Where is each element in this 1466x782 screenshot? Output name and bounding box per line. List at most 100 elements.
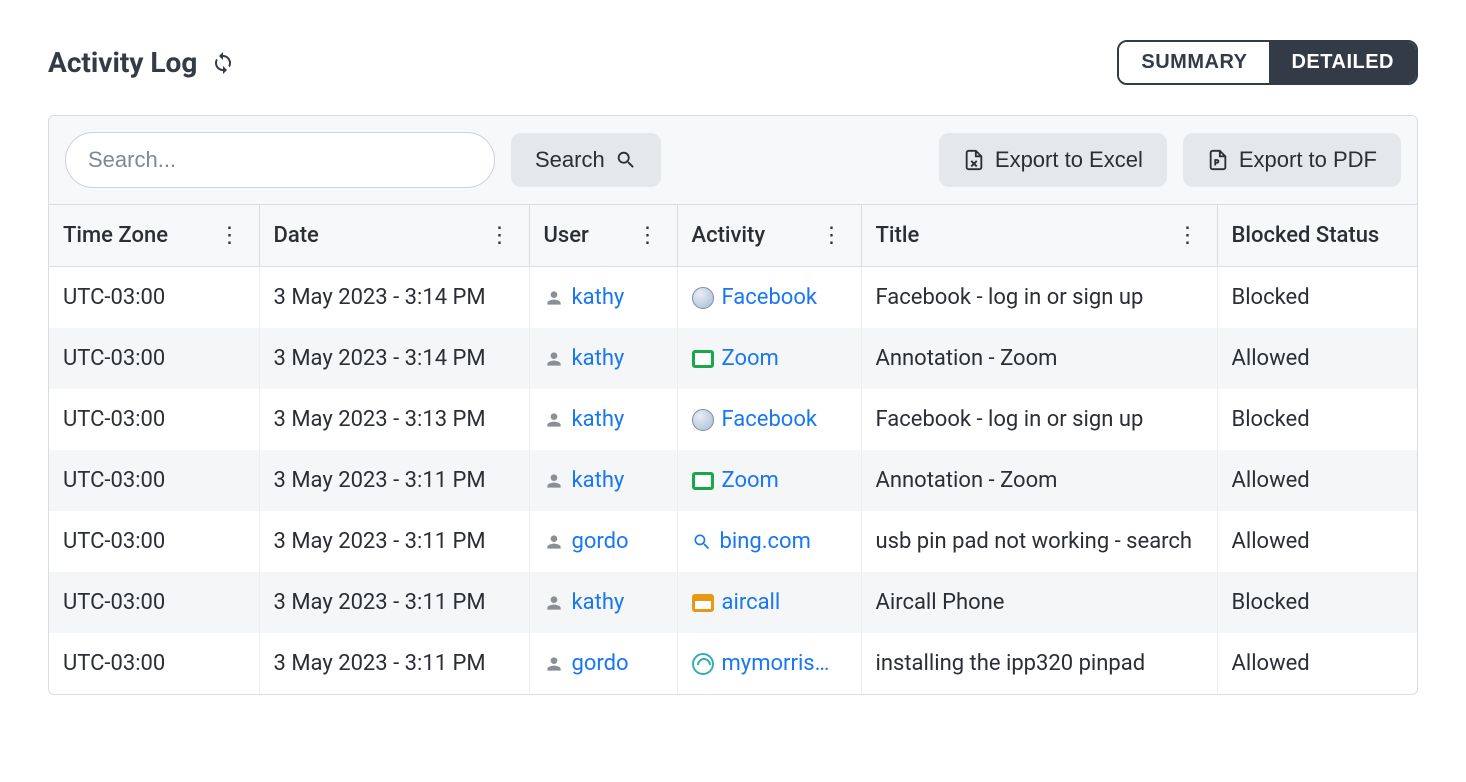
cell-activity: bing.com bbox=[677, 511, 861, 572]
cell-activity: Facebook bbox=[677, 389, 861, 450]
table-row: UTC-03:003 May 2023 - 3:11 PM gordo mymorr… bbox=[49, 633, 1417, 694]
activity-table: Time Zone⋮ Date⋮ User⋮ Activity⋮ Title⋮ … bbox=[49, 204, 1417, 694]
cell-user: gordo bbox=[529, 511, 677, 572]
cell-date: 3 May 2023 - 3:11 PM bbox=[259, 450, 529, 511]
cell-user: kathy bbox=[529, 572, 677, 633]
col-header-timezone[interactable]: Time Zone⋮ bbox=[49, 205, 259, 267]
app-icon bbox=[692, 594, 714, 612]
col-header-activity[interactable]: Activity⋮ bbox=[677, 205, 861, 267]
cell-title: Facebook - log in or sign up bbox=[861, 389, 1217, 450]
export-excel-button[interactable]: Export to Excel bbox=[939, 133, 1167, 187]
cell-date: 3 May 2023 - 3:13 PM bbox=[259, 389, 529, 450]
search-button[interactable]: Search bbox=[511, 133, 661, 187]
swirl-icon bbox=[692, 653, 714, 675]
col-menu-icon[interactable]: ⋮ bbox=[215, 223, 245, 248]
user-icon bbox=[544, 471, 564, 491]
col-menu-icon[interactable]: ⋮ bbox=[633, 223, 663, 248]
activity-link[interactable]: aircall bbox=[722, 590, 781, 615]
cell-date: 3 May 2023 - 3:11 PM bbox=[259, 633, 529, 694]
activity-link[interactable]: mymorris… bbox=[722, 651, 830, 676]
user-link[interactable]: kathy bbox=[572, 590, 625, 615]
cell-date: 3 May 2023 - 3:11 PM bbox=[259, 511, 529, 572]
activity-link[interactable]: Zoom bbox=[722, 346, 779, 371]
cell-user: kathy bbox=[529, 389, 677, 450]
user-link[interactable]: kathy bbox=[572, 468, 625, 493]
user-link[interactable]: gordo bbox=[572, 651, 629, 676]
user-icon bbox=[544, 410, 564, 430]
cell-status: Allowed bbox=[1217, 450, 1417, 511]
search-icon bbox=[615, 149, 637, 171]
cell-timezone: UTC-03:00 bbox=[49, 328, 259, 389]
cell-status: Blocked bbox=[1217, 572, 1417, 633]
cell-user: kathy bbox=[529, 328, 677, 389]
cell-status: Allowed bbox=[1217, 633, 1417, 694]
activity-link[interactable]: Zoom bbox=[722, 468, 779, 493]
cell-timezone: UTC-03:00 bbox=[49, 572, 259, 633]
globe-icon bbox=[692, 287, 714, 309]
cell-user: kathy bbox=[529, 267, 677, 329]
table-header-row: Time Zone⋮ Date⋮ User⋮ Activity⋮ Title⋮ … bbox=[49, 205, 1417, 267]
refresh-icon[interactable] bbox=[211, 51, 235, 75]
cell-status: Blocked bbox=[1217, 267, 1417, 329]
col-header-date[interactable]: Date⋮ bbox=[259, 205, 529, 267]
toolbar: Search Export to Excel Export to PDF bbox=[49, 116, 1417, 204]
detailed-tab[interactable]: DETAILED bbox=[1269, 42, 1416, 83]
cell-title: usb pin pad not working - search bbox=[861, 511, 1217, 572]
col-header-user[interactable]: User⋮ bbox=[529, 205, 677, 267]
user-icon bbox=[544, 593, 564, 613]
col-menu-icon[interactable]: ⋮ bbox=[817, 223, 847, 248]
col-header-title[interactable]: Title⋮ bbox=[861, 205, 1217, 267]
user-link[interactable]: gordo bbox=[572, 529, 629, 554]
user-icon bbox=[544, 349, 564, 369]
col-menu-icon[interactable]: ⋮ bbox=[485, 223, 515, 248]
cell-title: Aircall Phone bbox=[861, 572, 1217, 633]
table-row: UTC-03:003 May 2023 - 3:13 PM kathy Facebo… bbox=[49, 389, 1417, 450]
export-pdf-label: Export to PDF bbox=[1239, 147, 1377, 173]
search-input[interactable] bbox=[65, 132, 495, 188]
cell-title: Facebook - log in or sign up bbox=[861, 267, 1217, 329]
activity-link[interactable]: bing.com bbox=[720, 529, 811, 554]
export-pdf-button[interactable]: Export to PDF bbox=[1183, 133, 1401, 187]
user-icon bbox=[544, 532, 564, 552]
cell-activity: aircall bbox=[677, 572, 861, 633]
title-group: Activity Log bbox=[48, 46, 235, 79]
search-button-label: Search bbox=[535, 147, 605, 173]
cell-timezone: UTC-03:00 bbox=[49, 450, 259, 511]
cell-title: Annotation - Zoom bbox=[861, 450, 1217, 511]
app-icon bbox=[692, 350, 714, 368]
cell-status: Blocked bbox=[1217, 389, 1417, 450]
table-row: UTC-03:003 May 2023 - 3:11 PM kathy aircal… bbox=[49, 572, 1417, 633]
cell-timezone: UTC-03:00 bbox=[49, 389, 259, 450]
cell-timezone: UTC-03:00 bbox=[49, 511, 259, 572]
page-title: Activity Log bbox=[48, 46, 197, 79]
search-icon bbox=[692, 532, 712, 552]
activity-link[interactable]: Facebook bbox=[722, 407, 818, 432]
cell-user: gordo bbox=[529, 633, 677, 694]
pdf-icon bbox=[1207, 149, 1229, 171]
export-excel-label: Export to Excel bbox=[995, 147, 1143, 173]
cell-timezone: UTC-03:00 bbox=[49, 267, 259, 329]
col-header-status[interactable]: Blocked Status bbox=[1217, 205, 1417, 267]
cell-title: installing the ipp320 pinpad bbox=[861, 633, 1217, 694]
activity-panel: Search Export to Excel Export to PDF Tim… bbox=[48, 115, 1418, 695]
cell-status: Allowed bbox=[1217, 328, 1417, 389]
cell-title: Annotation - Zoom bbox=[861, 328, 1217, 389]
activity-link[interactable]: Facebook bbox=[722, 285, 818, 310]
cell-user: kathy bbox=[529, 450, 677, 511]
cell-date: 3 May 2023 - 3:14 PM bbox=[259, 328, 529, 389]
page-header: Activity Log SUMMARY DETAILED bbox=[48, 40, 1418, 85]
col-menu-icon[interactable]: ⋮ bbox=[1173, 223, 1203, 248]
table-row: UTC-03:003 May 2023 - 3:11 PM gordo bing.c… bbox=[49, 511, 1417, 572]
cell-date: 3 May 2023 - 3:11 PM bbox=[259, 572, 529, 633]
cell-activity: Zoom bbox=[677, 328, 861, 389]
user-link[interactable]: kathy bbox=[572, 346, 625, 371]
app-icon bbox=[692, 472, 714, 490]
user-link[interactable]: kathy bbox=[572, 407, 625, 432]
user-link[interactable]: kathy bbox=[572, 285, 625, 310]
cell-date: 3 May 2023 - 3:14 PM bbox=[259, 267, 529, 329]
excel-icon bbox=[963, 149, 985, 171]
cell-timezone: UTC-03:00 bbox=[49, 633, 259, 694]
cell-activity: mymorris… bbox=[677, 633, 861, 694]
summary-tab[interactable]: SUMMARY bbox=[1119, 42, 1269, 83]
table-row: UTC-03:003 May 2023 - 3:14 PM kathy Facebo… bbox=[49, 267, 1417, 329]
